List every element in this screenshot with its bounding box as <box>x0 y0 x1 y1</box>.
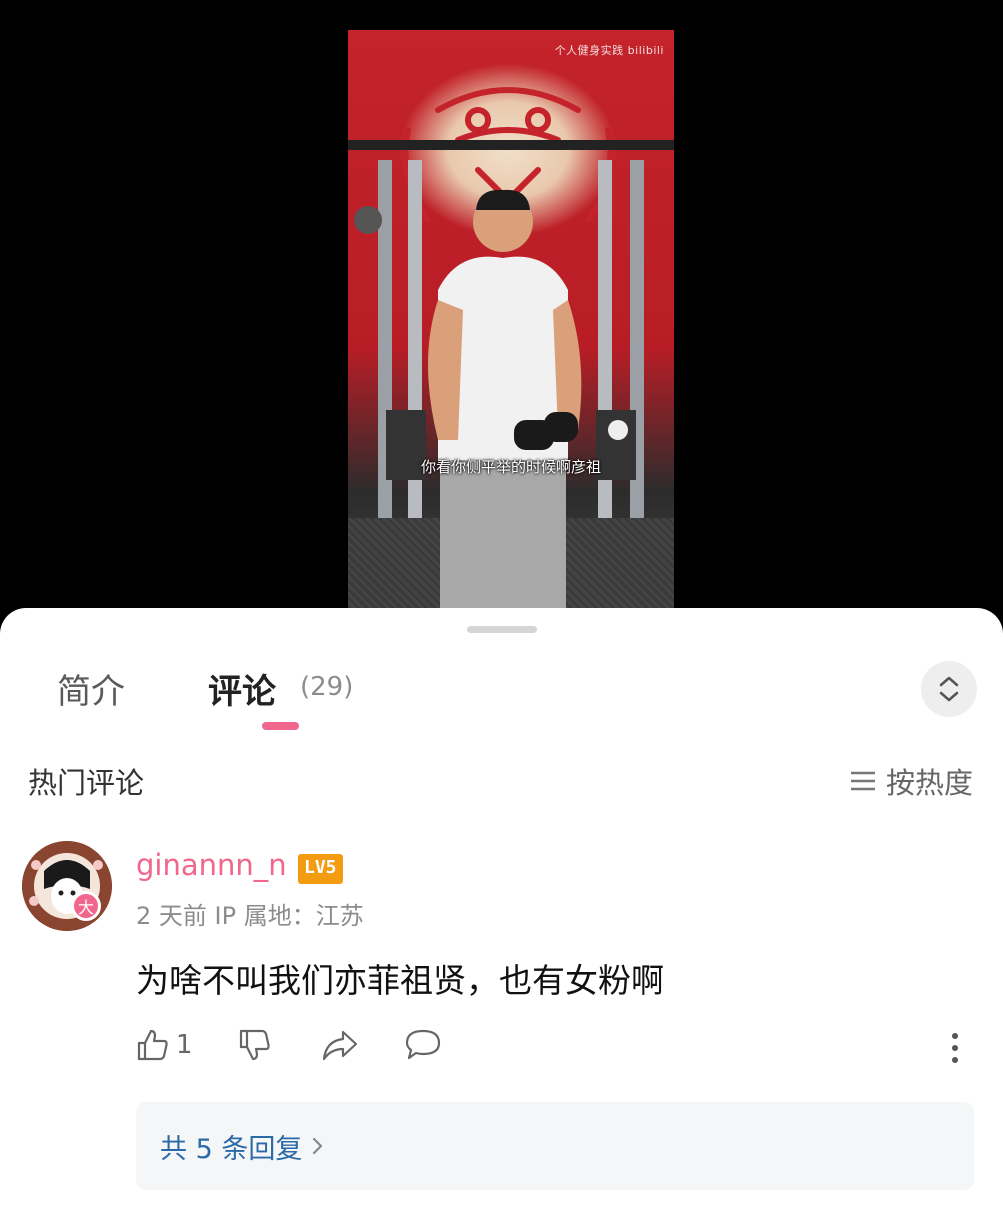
video-player[interactable]: 个人健身实践 bilibili 你看你侧平举的时候啊彦祖 <box>0 0 1003 640</box>
comment-meta: 2 天前 IP 属地：江苏 <box>136 902 364 930</box>
chevron-right-icon <box>313 1137 323 1155</box>
video-watermark: 个人健身实践 bilibili <box>554 44 664 57</box>
comments-sheet: 简介 评论 (29) 热门评论 按热度 大 ginannn_n LV5 2 天前… <box>0 608 1003 1210</box>
view-replies-link[interactable]: 共 5 条回复 <box>160 1127 324 1166</box>
more-dot-icon <box>952 1057 958 1063</box>
expand-collapse-button[interactable] <box>921 661 977 717</box>
chevron-up-down-icon <box>939 676 959 702</box>
video-subtitle: 你看你侧平举的时候啊彦祖 <box>420 458 601 476</box>
tab-intro[interactable]: 简介 <box>57 664 125 713</box>
comment-text: 为啥不叫我们亦菲祖贤，也有女粉啊 <box>136 961 664 1000</box>
comment-count: (29) <box>300 672 354 702</box>
sort-by-heat-button[interactable]: 按热度 <box>850 760 973 802</box>
avatar-image <box>22 841 112 931</box>
more-dot-icon <box>952 1045 958 1051</box>
replies-label: 共 5 条回复 <box>160 1133 303 1165</box>
avatar-vip-badge: 大 <box>71 891 101 921</box>
share-icon <box>322 1030 358 1061</box>
tab-comments[interactable]: 评论 <box>208 664 276 713</box>
like-button[interactable]: 1 <box>136 1028 193 1062</box>
user-level-badge: LV5 <box>298 854 343 884</box>
comment-username[interactable]: ginannn_n <box>136 848 287 882</box>
reply-button[interactable] <box>404 1028 442 1062</box>
comment-bubble-icon <box>405 1029 441 1060</box>
list-sort-icon <box>850 771 875 791</box>
more-dot-icon <box>952 1033 958 1039</box>
dislike-button[interactable] <box>238 1028 272 1062</box>
share-button[interactable] <box>321 1028 359 1062</box>
more-options-button[interactable] <box>940 1028 970 1068</box>
like-count: 1 <box>176 1030 193 1060</box>
person-lifting-dumbbells <box>428 189 582 608</box>
thumbs-down-icon <box>239 1029 270 1061</box>
sheet-drag-handle[interactable] <box>467 626 537 633</box>
replies-container[interactable]: 共 5 条回复 <box>136 1102 974 1190</box>
hot-comments-title: 热门评论 <box>28 766 145 800</box>
thumbs-up-icon <box>137 1029 168 1061</box>
active-tab-indicator <box>262 722 299 730</box>
video-frame[interactable]: 个人健身实践 bilibili 你看你侧平举的时候啊彦祖 <box>348 30 674 608</box>
sort-label: 按热度 <box>885 766 973 800</box>
avatar[interactable] <box>22 841 112 931</box>
